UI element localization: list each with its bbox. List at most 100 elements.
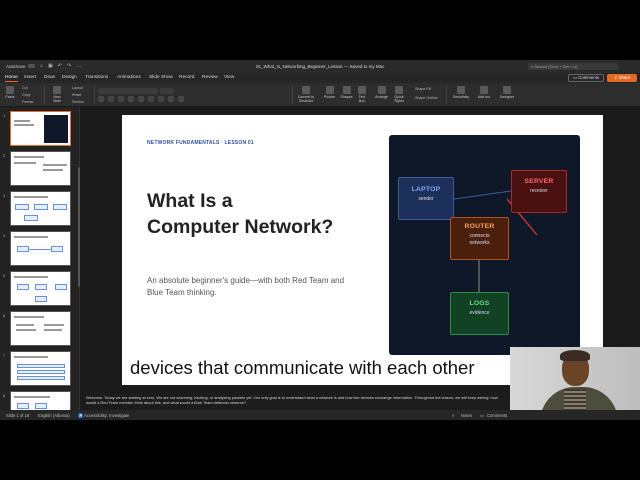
align-center-icon[interactable] [178, 96, 184, 102]
thumb-line [43, 169, 63, 171]
numbering-icon[interactable] [158, 96, 164, 102]
slide-thumbnail-4[interactable] [10, 231, 71, 266]
current-slide[interactable]: NETWORK FUNDAMENTALS · LESSON 01 What Is… [122, 115, 603, 385]
smartart-icon [302, 86, 310, 94]
thumb-line [44, 324, 64, 326]
thumb-line [14, 276, 48, 278]
thumbnail-number: 7 [3, 353, 6, 358]
thumb-line [14, 356, 48, 358]
thumb-box [17, 284, 29, 290]
quick-styles-icon [395, 86, 403, 94]
tab-view[interactable]: View [224, 75, 234, 80]
thumb-line [43, 164, 67, 166]
reset-button[interactable]: Reset [72, 93, 81, 97]
undo-icon[interactable]: ↶ [58, 63, 62, 69]
font-size-select[interactable] [160, 88, 174, 94]
tab-animations[interactable]: Animations [117, 75, 141, 80]
thumb-box [35, 296, 47, 302]
section-button[interactable]: Section [72, 100, 84, 104]
accessibility-status[interactable]: Accessibility: Investigate [84, 413, 129, 418]
cut-button[interactable]: Cut [22, 86, 28, 90]
text-box-button[interactable]: Text Box [356, 86, 368, 103]
slide-thumbnail-8[interactable] [10, 391, 71, 410]
presenter-cap [560, 350, 590, 361]
thumb-box [17, 376, 65, 380]
tab-review[interactable]: Review [202, 75, 218, 80]
picture-button[interactable]: Picture [322, 86, 337, 99]
strikethrough-icon[interactable] [128, 96, 134, 102]
add-ins-button[interactable]: Add-ins [477, 86, 491, 99]
italic-icon[interactable] [108, 96, 114, 102]
logs-node[interactable]: LOGS evidence [450, 292, 509, 335]
router-node[interactable]: ROUTER connects networks [450, 217, 509, 260]
thumb-box [53, 204, 67, 210]
font-family-select[interactable] [98, 88, 158, 94]
copy-button[interactable]: Copy [22, 93, 30, 97]
thumb-line [14, 236, 48, 238]
redo-icon[interactable]: ↷ [67, 63, 71, 69]
shape-outline-button[interactable]: Shape Outline [415, 96, 438, 100]
slide-subtitle: An absolute beginner's guide—with both R… [147, 276, 345, 297]
tab-transitions[interactable]: Transitions [85, 75, 108, 80]
search-input[interactable]: ⌕ Search (Cmd + Ctrl + U) [528, 63, 618, 70]
designer-button[interactable]: Designer [498, 86, 516, 99]
new-slide-button[interactable]: New Slide [50, 86, 64, 103]
thumb-box [51, 246, 63, 252]
quick-styles-button[interactable]: Quick Styles [392, 86, 406, 103]
bullets-icon[interactable] [148, 96, 154, 102]
powerpoint-window: AutoSave ⌂ ▣ ↶ ↷ … 01_What_Is_Networking… [0, 60, 640, 420]
underline-icon[interactable] [118, 96, 124, 102]
text-format-controls [98, 96, 218, 102]
paste-button[interactable]: Paste [4, 86, 16, 99]
notes-toggle[interactable]: Notes [461, 413, 472, 418]
laptop-node[interactable]: LAPTOP sender [398, 177, 454, 220]
more-icon[interactable]: … [76, 63, 81, 69]
comments-toggle[interactable]: Comments [487, 413, 507, 418]
thumb-line [14, 196, 48, 198]
align-left-icon[interactable] [168, 96, 174, 102]
tab-home[interactable]: Home [5, 75, 18, 82]
slide-thumbnail-7[interactable] [10, 351, 71, 386]
home-icon[interactable]: ⌂ [40, 63, 43, 69]
slide-thumbnail-6[interactable] [10, 311, 71, 346]
tab-record[interactable]: Record [179, 75, 194, 80]
shape-fill-button[interactable]: Shape Fill [415, 87, 431, 91]
slide-thumbnail-1[interactable] [10, 111, 71, 146]
thumb-box [35, 403, 47, 409]
thumb-line [16, 324, 34, 326]
autosave-toggle[interactable] [28, 64, 35, 68]
convert-smartart-button[interactable]: Convert to SmartArt [295, 86, 317, 103]
tab-draw[interactable]: Draw [44, 75, 55, 80]
thumb-box [15, 204, 29, 210]
ribbon-tabs: Home Insert Draw Design Transitions Anim… [0, 73, 640, 83]
save-icon[interactable]: ▣ [48, 63, 53, 69]
video-caption: devices that communicate with each other [130, 357, 475, 378]
language-indicator[interactable]: English (Albania) [38, 413, 70, 418]
paste-icon [6, 86, 14, 94]
router-desc: connects networks [469, 233, 490, 246]
speaker-notes[interactable]: Welcome. Today we are starting at zero. … [80, 393, 510, 410]
server-node[interactable]: SERVER receiver [511, 170, 567, 213]
thumbnail-number: 2 [3, 153, 6, 158]
tab-design[interactable]: Design [62, 75, 77, 80]
slide-thumbnail-3[interactable] [10, 191, 71, 226]
share-button[interactable]: ⇪ Share [607, 74, 637, 82]
bold-icon[interactable] [98, 96, 104, 102]
thumb-box [17, 403, 29, 409]
shapes-button[interactable]: Shapes [339, 86, 354, 99]
layout-button[interactable]: Layout [72, 86, 83, 90]
quick-access-toolbar: ⌂ ▣ ↶ ↷ … [40, 63, 81, 69]
comments-button[interactable]: ▭ Comments [568, 74, 604, 82]
format-painter-button[interactable]: Format [22, 100, 33, 104]
tab-insert[interactable]: Insert [24, 75, 36, 80]
comments-icon: ▭ [480, 412, 484, 418]
tab-slide-show[interactable]: Slide Show [149, 75, 173, 80]
slide-thumbnail-2[interactable] [10, 151, 71, 186]
arrange-button[interactable]: Arrange [374, 86, 389, 99]
divider [446, 86, 447, 104]
thumb-line [14, 124, 34, 126]
thumb-line [29, 248, 51, 250]
font-color-icon[interactable] [138, 96, 144, 102]
slide-thumbnail-5[interactable] [10, 271, 71, 306]
sensitivity-button[interactable]: Sensitivity [451, 86, 471, 99]
